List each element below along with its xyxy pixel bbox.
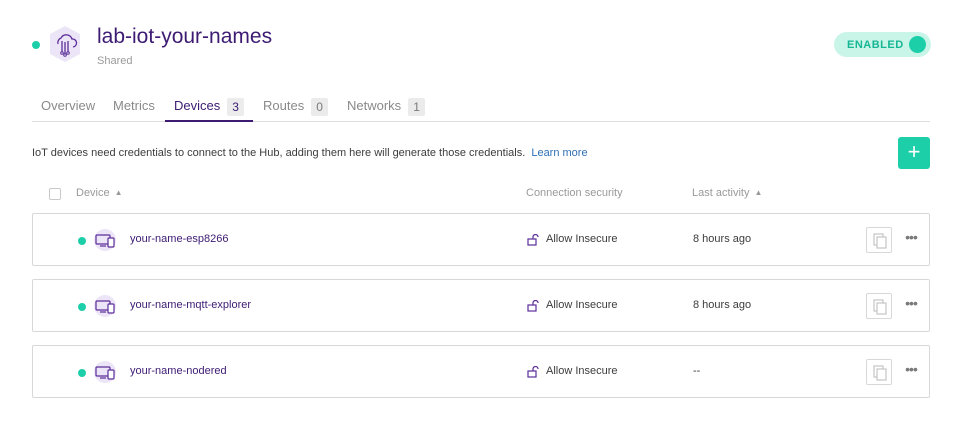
tab-devices[interactable]: Devices 3 xyxy=(165,90,253,122)
tab-overview[interactable]: Overview xyxy=(41,90,95,122)
hub-status-dot xyxy=(32,41,40,49)
info-text: IoT devices need credentials to connect … xyxy=(32,147,588,159)
device-icon xyxy=(93,295,117,317)
column-label: Device xyxy=(76,187,110,199)
connection-security: Allow Insecure xyxy=(546,299,618,311)
tab-metrics[interactable]: Metrics xyxy=(113,90,155,122)
add-device-button[interactable]: + xyxy=(898,137,930,169)
enabled-label: ENABLED xyxy=(847,38,904,51)
device-icon xyxy=(93,229,117,251)
tab-networks[interactable]: Networks 1 xyxy=(347,90,425,122)
column-header-device[interactable]: Device ▲︎ xyxy=(76,187,123,199)
tab-count-badge: 0 xyxy=(311,98,328,116)
last-activity: 8 hours ago xyxy=(693,233,752,245)
more-options-icon[interactable]: ••• xyxy=(902,230,920,248)
copy-button[interactable] xyxy=(866,227,892,253)
tab-label: Routes xyxy=(263,98,305,113)
more-options-icon[interactable]: ••• xyxy=(902,362,920,380)
device-status-dot xyxy=(78,237,86,245)
column-label: Last activity xyxy=(692,187,750,199)
cloud-iot-icon xyxy=(46,25,84,63)
device-row[interactable]: your-name-nodered Allow Insecure -- ••• xyxy=(32,345,930,398)
device-status-dot xyxy=(78,369,86,377)
device-name[interactable]: your-name-esp8266 xyxy=(130,233,228,245)
hub-title: lab-iot-your-names xyxy=(97,25,273,48)
tab-count-badge: 1 xyxy=(408,98,425,116)
tab-label: Metrics xyxy=(113,98,155,113)
tab-label: Devices xyxy=(174,98,221,113)
more-options-icon[interactable]: ••• xyxy=(902,296,920,314)
connection-security: Allow Insecure xyxy=(546,233,618,245)
tab-routes[interactable]: Routes 0 xyxy=(263,90,328,122)
device-status-dot xyxy=(78,303,86,311)
unlocked-icon xyxy=(527,233,539,246)
device-name[interactable]: your-name-nodered xyxy=(130,365,227,377)
tab-label: Overview xyxy=(41,98,96,113)
select-all-checkbox[interactable] xyxy=(49,188,61,200)
sort-icon: ▲︎ xyxy=(114,188,123,197)
unlocked-icon xyxy=(527,299,539,312)
device-name[interactable]: your-name-mqtt-explorer xyxy=(130,299,251,311)
learn-more-link[interactable]: Learn more xyxy=(531,147,587,159)
tab-label: Networks xyxy=(347,98,402,113)
copy-icon xyxy=(873,233,887,249)
copy-button[interactable] xyxy=(866,359,892,385)
last-activity: -- xyxy=(693,365,701,377)
last-activity: 8 hours ago xyxy=(693,299,752,311)
table-header: Device ▲︎ Connection security Last activi… xyxy=(32,186,930,204)
tab-count-badge: 3 xyxy=(227,98,244,116)
enabled-toggle[interactable]: ENABLED xyxy=(834,32,931,57)
copy-icon xyxy=(873,365,887,381)
device-icon xyxy=(93,361,117,383)
copy-icon xyxy=(873,299,887,315)
info-message: IoT devices need credentials to connect … xyxy=(32,147,526,159)
device-row[interactable]: your-name-mqtt-explorer Allow Insecure 8… xyxy=(32,279,930,332)
toggle-knob xyxy=(909,36,926,53)
column-header-security: Connection security xyxy=(526,187,623,199)
unlocked-icon xyxy=(527,365,539,378)
tab-bar: Overview Metrics Devices 3 Routes 0 Netw… xyxy=(32,90,930,122)
copy-button[interactable] xyxy=(866,293,892,319)
device-row[interactable]: your-name-esp8266 Allow Insecure 8 hours… xyxy=(32,213,930,266)
connection-security: Allow Insecure xyxy=(546,365,618,377)
hub-subtitle: Shared xyxy=(97,55,133,67)
sort-icon: ▲︎ xyxy=(754,188,763,197)
column-header-activity[interactable]: Last activity ▲︎ xyxy=(692,187,762,199)
